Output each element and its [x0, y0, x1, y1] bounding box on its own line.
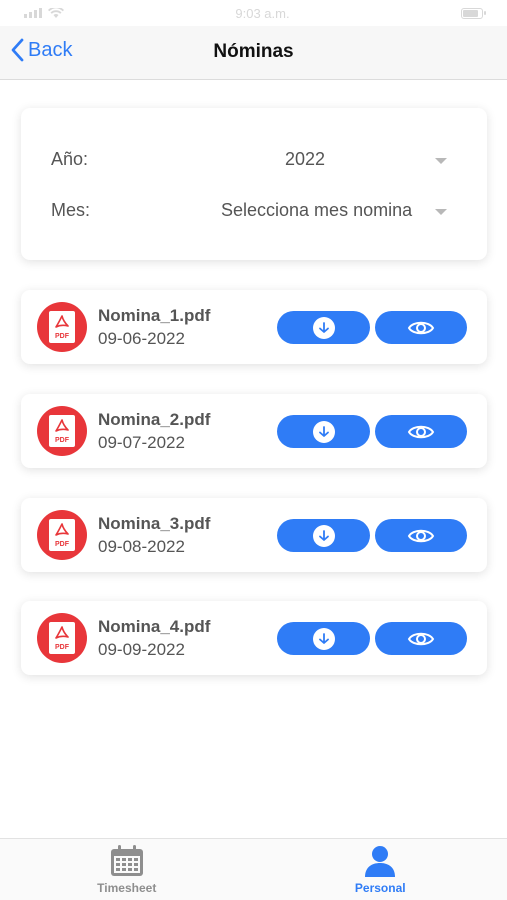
month-value: Selecciona mes nomina	[221, 200, 413, 220]
month-label: Mes:	[51, 200, 91, 220]
status-bar: 9:03 a.m.	[0, 0, 507, 26]
file-item: PDF Nomina_3.pdf 09-08-2022	[21, 498, 487, 572]
battery-icon	[460, 7, 486, 19]
file-name: Nomina_1.pdf	[98, 306, 211, 325]
year-label: Año:	[51, 149, 89, 169]
eye-icon	[407, 425, 435, 438]
download-icon	[312, 420, 335, 443]
file-date: 09-09-2022	[98, 640, 185, 659]
status-time: 9:03 a.m.	[235, 5, 290, 21]
view-button[interactable]	[375, 519, 467, 552]
year-select[interactable]: Año: 2022	[21, 145, 487, 175]
download-button[interactable]	[277, 311, 370, 344]
file-name: Nomina_2.pdf	[98, 410, 211, 429]
view-button[interactable]	[375, 311, 467, 344]
pdf-icon: PDF	[37, 613, 87, 663]
eye-icon	[407, 321, 435, 334]
tab-label-timesheet: Timesheet	[97, 881, 157, 895]
wifi-icon	[48, 8, 64, 18]
calendar-icon	[110, 845, 143, 876]
year-value: 2022	[285, 149, 326, 169]
download-button[interactable]	[277, 519, 370, 552]
tab-label-personal: Personal	[354, 881, 406, 895]
eye-icon	[407, 529, 435, 542]
file-name: Nomina_3.pdf	[98, 514, 211, 533]
month-select[interactable]: Mes: Selecciona mes nomina	[21, 196, 487, 226]
view-button[interactable]	[375, 622, 467, 655]
file-name: Nomina_4.pdf	[98, 617, 211, 636]
file-item: PDF Nomina_1.pdf 09-06-2022	[21, 290, 487, 364]
file-item: PDF Nomina_2.pdf 09-07-2022	[21, 394, 487, 468]
signal-icon	[24, 8, 42, 18]
download-icon	[312, 524, 335, 547]
caret-down-icon	[435, 158, 447, 164]
person-icon	[365, 846, 396, 877]
file-date: 09-07-2022	[98, 433, 185, 452]
tab-personal[interactable]: Personal	[254, 839, 507, 900]
eye-icon	[407, 632, 435, 645]
tab-timesheet[interactable]: Timesheet	[0, 839, 254, 900]
file-date: 09-08-2022	[98, 537, 185, 556]
caret-down-icon	[435, 209, 447, 215]
pdf-icon: PDF	[37, 406, 87, 456]
view-button[interactable]	[375, 415, 467, 448]
status-left	[24, 8, 64, 18]
download-button[interactable]	[277, 415, 370, 448]
filter-card: Año: 2022 Mes: Selecciona mes nomina	[21, 108, 487, 260]
tab-bar: Timesheet Personal	[0, 838, 507, 900]
file-item: PDF Nomina_4.pdf 09-09-2022	[21, 601, 487, 675]
download-icon	[312, 627, 335, 650]
download-button[interactable]	[277, 622, 370, 655]
page-title: Nóminas	[213, 41, 294, 62]
navigation-bar: Back Nóminas	[0, 26, 507, 80]
download-icon	[312, 316, 335, 339]
pdf-icon: PDF	[37, 510, 87, 560]
pdf-icon: PDF	[37, 302, 87, 352]
file-date: 09-06-2022	[98, 329, 185, 348]
